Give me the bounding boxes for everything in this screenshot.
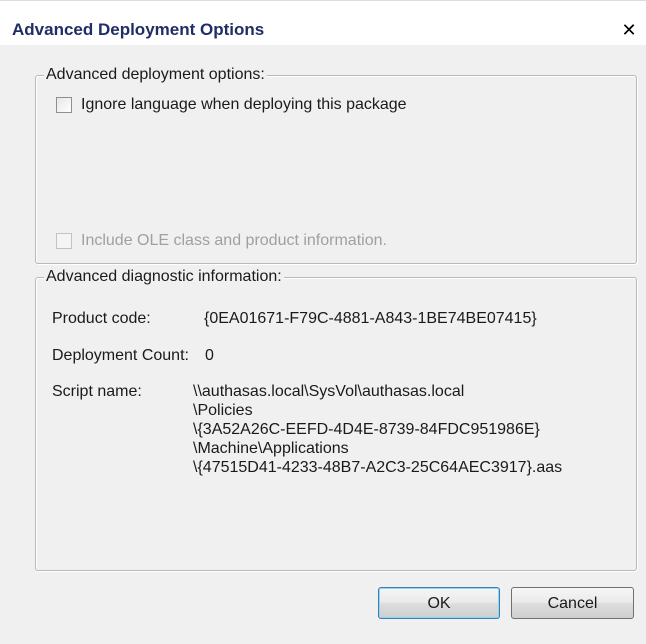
include-ole-checkbox <box>56 233 72 249</box>
script-name-line: \\authasas.local\SysVol\authasas.local <box>193 383 465 400</box>
diagnostic-info-group-label: Advanced diagnostic information: <box>44 268 284 286</box>
dialog-client-area: Advanced deployment options: Ignore lang… <box>6 45 640 641</box>
deployment-count-label: Deployment Count: <box>52 347 189 364</box>
diagnostic-info-group: Advanced diagnostic information: Product… <box>35 268 637 571</box>
product-code-label: Product code: <box>52 310 151 327</box>
script-name-value: \\authasas.local\SysVol\authasas.local \… <box>193 382 562 477</box>
deployment-options-group-label: Advanced deployment options: <box>44 66 267 84</box>
ignore-language-label[interactable]: Ignore language when deploying this pack… <box>81 96 407 114</box>
close-icon[interactable]: ✕ <box>619 19 639 41</box>
deployment-count-value: 0 <box>205 347 214 364</box>
include-ole-label: Include OLE class and product informatio… <box>81 232 387 249</box>
cancel-button[interactable]: Cancel <box>511 587 634 619</box>
ignore-language-checkbox-row[interactable]: Ignore language when deploying this pack… <box>56 96 407 114</box>
product-code-value: {0EA01671-F79C-4881-A843-1BE74BE07415} <box>204 310 537 327</box>
ignore-language-checkbox[interactable] <box>56 97 72 113</box>
ok-button[interactable]: OK <box>378 587 500 619</box>
script-name-line: \Machine\Applications <box>193 440 349 457</box>
script-name-line: \{47515D41-4233-48B7-A2C3-25C64AEC3917}.… <box>193 459 563 476</box>
script-name-label: Script name: <box>52 383 142 400</box>
deployment-options-group: Advanced deployment options: Ignore lang… <box>35 66 637 264</box>
include-ole-checkbox-row: Include OLE class and product informatio… <box>56 232 387 250</box>
title-bar[interactable]: Advanced Deployment Options ✕ <box>0 1 646 45</box>
window-title: Advanced Deployment Options <box>12 20 265 39</box>
script-name-line: \Policies <box>193 402 253 419</box>
script-name-line: \{3A52A26C-EEFD-4D4E-8739-84FDC951986E} <box>193 421 540 438</box>
advanced-deployment-options-dialog: Advanced Deployment Options ✕ Advanced d… <box>0 0 646 644</box>
